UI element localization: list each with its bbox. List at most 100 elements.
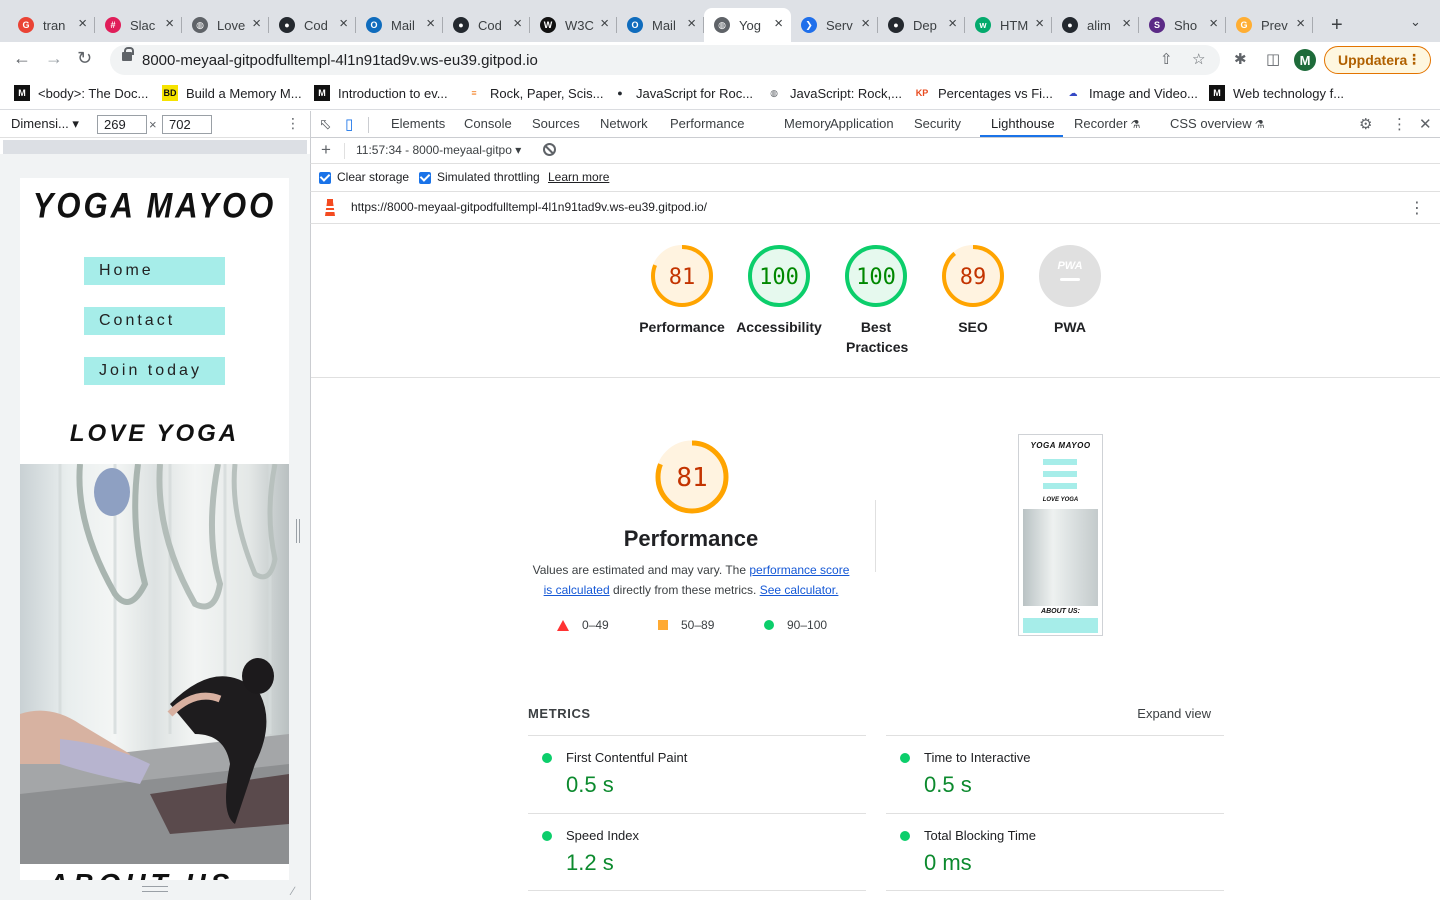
tab-close-icon[interactable]: ×: [600, 16, 609, 32]
gauge-background: [1039, 245, 1101, 307]
bookmark-star-icon[interactable]: ☆: [1192, 50, 1205, 68]
nav-contact[interactable]: Contact: [84, 307, 225, 335]
tab-close-icon[interactable]: ×: [78, 16, 87, 32]
tab-close-icon[interactable]: ×: [774, 16, 783, 32]
gauge-pwa[interactable]: PWA PWA: [1023, 244, 1117, 337]
tab-close-icon[interactable]: ×: [687, 16, 696, 32]
gauge-performance[interactable]: 81 Performance: [635, 244, 729, 337]
tab-close-icon[interactable]: ×: [513, 16, 522, 32]
device-height-input[interactable]: 702: [162, 115, 212, 134]
devtools-tab-elements[interactable]: Elements: [391, 116, 445, 131]
browser-tab[interactable]: ❯ Serv ×: [791, 8, 878, 42]
browser-tab[interactable]: ● Cod ×: [443, 8, 530, 42]
bookmark-item[interactable]: ● JavaScript for Roc...: [612, 85, 753, 101]
tab-close-icon[interactable]: ×: [339, 16, 348, 32]
side-panel-icon[interactable]: ◫: [1266, 50, 1280, 68]
report-url[interactable]: https://8000-meyaal-gitpodfulltempl-4l1n…: [351, 200, 707, 214]
devtools-settings-gear-icon[interactable]: ⚙: [1359, 115, 1372, 133]
tab-close-icon[interactable]: ×: [252, 16, 261, 32]
bookmark-item[interactable]: M Web technology f...: [1209, 85, 1344, 101]
devtools-tab-label: Application: [830, 116, 894, 131]
browser-tab[interactable]: S Sho ×: [1139, 8, 1226, 42]
report-select[interactable]: 11:57:34 - 8000-meyaal-gitpo ▾: [356, 143, 521, 157]
browser-tab[interactable]: # Slac ×: [95, 8, 182, 42]
viewport-corner-resize-handle[interactable]: ∕: [292, 884, 294, 898]
devtools-tab-lighthouse[interactable]: Lighthouse: [991, 116, 1055, 131]
device-toolbar-toggle-icon[interactable]: ▯: [345, 115, 353, 133]
browser-tab-title: Love: [217, 17, 246, 33]
tab-close-icon[interactable]: ×: [1209, 16, 1218, 32]
profile-avatar[interactable]: M: [1294, 49, 1316, 71]
clear-reports-icon[interactable]: [543, 143, 556, 156]
device-width-input[interactable]: 269: [97, 115, 147, 134]
tab-close-icon[interactable]: ×: [948, 16, 957, 32]
expand-view-toggle[interactable]: Expand view: [1137, 706, 1211, 721]
nav-join-today[interactable]: Join today: [84, 357, 225, 385]
browser-tab[interactable]: Gtran ×: [8, 8, 95, 42]
bookmark-item[interactable]: ≡ Rock, Paper, Scis...: [466, 85, 603, 101]
bookmark-item[interactable]: M Introduction to ev...: [314, 85, 448, 101]
report-menu-icon[interactable]: ⋮: [1409, 198, 1425, 218]
gauge-accessibility[interactable]: 100 Accessibility: [732, 244, 826, 337]
tab-close-icon[interactable]: ×: [426, 16, 435, 32]
tab-search-icon[interactable]: ⌄: [1410, 14, 1421, 30]
browser-tab[interactable]: O Mail ×: [356, 8, 443, 42]
clear-storage-checkbox[interactable]: [319, 172, 331, 184]
browser-tab[interactable]: ● alim ×: [1052, 8, 1139, 42]
browser-tab-title: Yog: [739, 17, 761, 33]
devtools-tab-network[interactable]: Network: [600, 116, 648, 131]
tab-close-icon[interactable]: ×: [1122, 16, 1131, 32]
browser-tab[interactable]: ● Dep ×: [878, 8, 965, 42]
bookmark-item[interactable]: M <body>: The Doc...: [14, 85, 148, 101]
gauge-seo[interactable]: 89 SEO: [926, 244, 1020, 337]
devtools-tab-security[interactable]: Security: [914, 116, 961, 131]
see-calculator-link[interactable]: See calculator.: [760, 583, 839, 597]
address-url[interactable]: 8000-meyaal-gitpodfulltempl-4l1n91tad9v.…: [142, 52, 538, 69]
share-icon[interactable]: ⇧: [1160, 50, 1173, 68]
devtools-tab-css-overview[interactable]: CSS overview ⚗: [1170, 116, 1265, 131]
browser-tab[interactable]: ◍ Yog ×: [704, 8, 791, 42]
tab-close-icon[interactable]: ×: [1296, 16, 1305, 32]
back-button[interactable]: ←: [13, 48, 31, 69]
gauge-best-practices[interactable]: 100 Best Practices: [829, 244, 923, 357]
update-button[interactable]: Uppdatera ⋮: [1324, 46, 1431, 74]
bookmark-item[interactable]: ◍ JavaScript: Rock,...: [766, 85, 902, 101]
viewport-resize-handle[interactable]: [296, 519, 300, 543]
device-select[interactable]: Dimensi... ▾: [11, 116, 79, 132]
devtools-tab-memory[interactable]: Memory: [784, 116, 831, 131]
browser-tab[interactable]: w HTM ×: [965, 8, 1052, 42]
devtools-tab-sources[interactable]: Sources: [532, 116, 580, 131]
devtools-close-icon[interactable]: ✕: [1419, 115, 1432, 133]
tab-close-icon[interactable]: ×: [1035, 16, 1044, 32]
final-screenshot-thumbnail[interactable]: YOGA MAYOO LOVE YOGA ABOUT US:: [1018, 434, 1103, 636]
lock-icon[interactable]: [122, 47, 134, 61]
nav-home[interactable]: Home: [84, 257, 225, 285]
inspect-element-icon[interactable]: ⬁: [319, 115, 332, 133]
simulated-throttling-checkbox[interactable]: [419, 172, 431, 184]
bookmark-item[interactable]: BD Build a Memory M...: [162, 85, 302, 101]
new-tab-button[interactable]: +: [1331, 14, 1343, 37]
browser-tab[interactable]: W W3C ×: [530, 8, 617, 42]
media-query-ruler[interactable]: [3, 140, 307, 154]
forward-button[interactable]: →: [45, 48, 63, 69]
devtools-more-icon[interactable]: ⋮: [1392, 115, 1407, 133]
browser-tab[interactable]: ◍ Love ×: [182, 8, 269, 42]
tab-close-icon[interactable]: ×: [165, 16, 174, 32]
bookmark-item[interactable]: KP Percentages vs Fi...: [914, 85, 1053, 101]
viewport-bottom-resize-handle[interactable]: [142, 886, 168, 892]
address-bar[interactable]: 8000-meyaal-gitpodfulltempl-4l1n91tad9v.…: [110, 45, 1220, 75]
bookmark-item[interactable]: ☁ Image and Video...: [1065, 85, 1198, 101]
devtools-tab-recorder[interactable]: Recorder ⚗: [1074, 116, 1140, 131]
new-report-plus-icon[interactable]: +: [321, 140, 331, 160]
tab-close-icon[interactable]: ×: [861, 16, 870, 32]
browser-tab[interactable]: G Prev ×: [1226, 8, 1313, 42]
browser-tab[interactable]: O Mail ×: [617, 8, 704, 42]
reload-button[interactable]: ↻: [77, 48, 92, 69]
learn-more-link[interactable]: Learn more: [548, 170, 609, 184]
extensions-icon[interactable]: ✱: [1234, 50, 1247, 68]
devtools-tab-application[interactable]: Application: [830, 116, 894, 131]
devtools-tab-console[interactable]: Console: [464, 116, 512, 131]
device-options-icon[interactable]: ⋮: [286, 115, 300, 132]
devtools-tab-performance[interactable]: Performance: [670, 116, 744, 131]
browser-tab[interactable]: ● Cod ×: [269, 8, 356, 42]
